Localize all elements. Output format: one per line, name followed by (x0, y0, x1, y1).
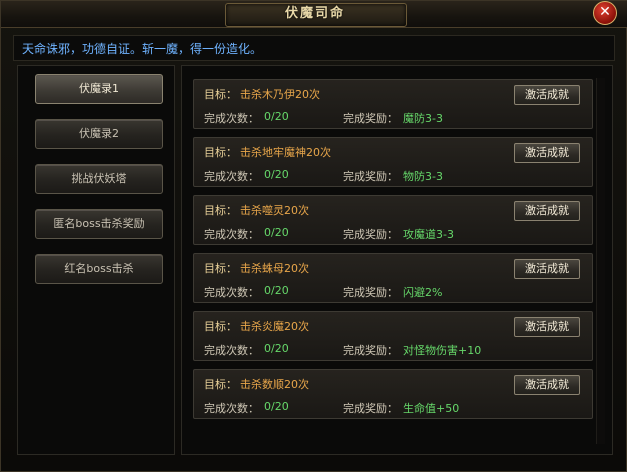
activate-achievement-button[interactable]: 激活成就 (514, 143, 580, 163)
quest-count-label: 完成次数： (204, 170, 259, 183)
quest-count: 0/20 (264, 168, 289, 181)
quest-panel: 目标： 击杀木乃伊20次 完成次数： 0/20 完成奖励： 魔防3-3 激活成就… (181, 65, 613, 455)
quest-reward-label: 完成奖励： (343, 344, 398, 357)
quest-count-label: 完成次数： (204, 286, 259, 299)
activate-achievement-button[interactable]: 激活成就 (514, 201, 580, 221)
quest-count: 0/20 (264, 400, 289, 413)
quest-target-label: 目标： (204, 262, 237, 275)
subtitle-bar: 天命诛邪，功德自证。斩一魔，得一份造化。 (13, 35, 615, 61)
quest-reward: 魔防3-3 (403, 112, 443, 125)
dialog-window: 伏魔司命 ✕ 天命诛邪，功德自证。斩一魔，得一份造化。 伏魔录1 伏魔录2 挑战… (0, 0, 627, 472)
close-icon: ✕ (599, 4, 611, 20)
sidebar-item-fumolu-2[interactable]: 伏魔录2 (35, 119, 163, 149)
quest-count-label: 完成次数： (204, 402, 259, 415)
quest-reward: 对怪物伤害+10 (403, 344, 482, 357)
quest-target: 击杀噬灵20次 (240, 204, 309, 217)
quest-count: 0/20 (264, 110, 289, 123)
quest-target-label: 目标： (204, 146, 237, 159)
quest-item: 目标： 击杀噬灵20次 完成次数： 0/20 完成奖励： 攻魔道3-3 激活成就 (193, 195, 593, 245)
activate-achievement-button[interactable]: 激活成就 (514, 375, 580, 395)
quest-target-label: 目标： (204, 88, 237, 101)
quest-reward-label: 完成奖励： (343, 286, 398, 299)
quest-count-label: 完成次数： (204, 344, 259, 357)
quest-reward: 生命值+50 (403, 402, 460, 415)
quest-item: 目标： 击杀地牢魔神20次 完成次数： 0/20 完成奖励： 物防3-3 激活成… (193, 137, 593, 187)
quest-item: 目标： 击杀数顺20次 完成次数： 0/20 完成奖励： 生命值+50 激活成就 (193, 369, 593, 419)
quest-item: 目标： 击杀木乃伊20次 完成次数： 0/20 完成奖励： 魔防3-3 激活成就 (193, 79, 593, 129)
quest-target-label: 目标： (204, 378, 237, 391)
quest-reward: 攻魔道3-3 (403, 228, 454, 241)
quest-count: 0/20 (264, 342, 289, 355)
quest-target: 击杀蛛母20次 (240, 262, 309, 275)
quest-count: 0/20 (264, 226, 289, 239)
quest-reward-label: 完成奖励： (343, 112, 398, 125)
close-button[interactable]: ✕ (593, 1, 617, 25)
quest-reward-label: 完成奖励： (343, 228, 398, 241)
quest-target: 击杀炎魔20次 (240, 320, 309, 333)
quest-reward: 物防3-3 (403, 170, 443, 183)
scrollbar-track[interactable] (596, 78, 605, 444)
subtitle-text: 天命诛邪，功德自证。斩一魔，得一份造化。 (22, 42, 263, 56)
activate-achievement-button[interactable]: 激活成就 (514, 317, 580, 337)
sidebar: 伏魔录1 伏魔录2 挑战伏妖塔 匿名boss击杀奖励 红名boss击杀 (17, 65, 175, 455)
quest-reward: 闪避2% (403, 286, 443, 299)
quest-item: 目标： 击杀蛛母20次 完成次数： 0/20 完成奖励： 闪避2% 激活成就 (193, 253, 593, 303)
quest-target-label: 目标： (204, 320, 237, 333)
sidebar-item-anonymous-boss-reward[interactable]: 匿名boss击杀奖励 (35, 209, 163, 239)
window-title: 伏魔司命 (284, 6, 345, 21)
sidebar-item-redname-boss-kill[interactable]: 红名boss击杀 (35, 254, 163, 284)
sidebar-item-challenge-tower[interactable]: 挑战伏妖塔 (35, 164, 163, 194)
quest-count-label: 完成次数： (204, 112, 259, 125)
quest-reward-label: 完成奖励： (343, 170, 398, 183)
quest-count: 0/20 (264, 284, 289, 297)
quest-item: 目标： 击杀炎魔20次 完成次数： 0/20 完成奖励： 对怪物伤害+10 激活… (193, 311, 593, 361)
quest-target: 击杀地牢魔神20次 (240, 146, 331, 159)
quest-target-label: 目标： (204, 204, 237, 217)
quest-target: 击杀木乃伊20次 (240, 88, 320, 101)
title-bar: 伏魔司命 ✕ (1, 1, 627, 28)
quest-target: 击杀数顺20次 (240, 378, 309, 391)
quest-reward-label: 完成奖励： (343, 402, 398, 415)
quest-count-label: 完成次数： (204, 228, 259, 241)
activate-achievement-button[interactable]: 激活成就 (514, 85, 580, 105)
activate-achievement-button[interactable]: 激活成就 (514, 259, 580, 279)
sidebar-item-fumolu-1[interactable]: 伏魔录1 (35, 74, 163, 104)
